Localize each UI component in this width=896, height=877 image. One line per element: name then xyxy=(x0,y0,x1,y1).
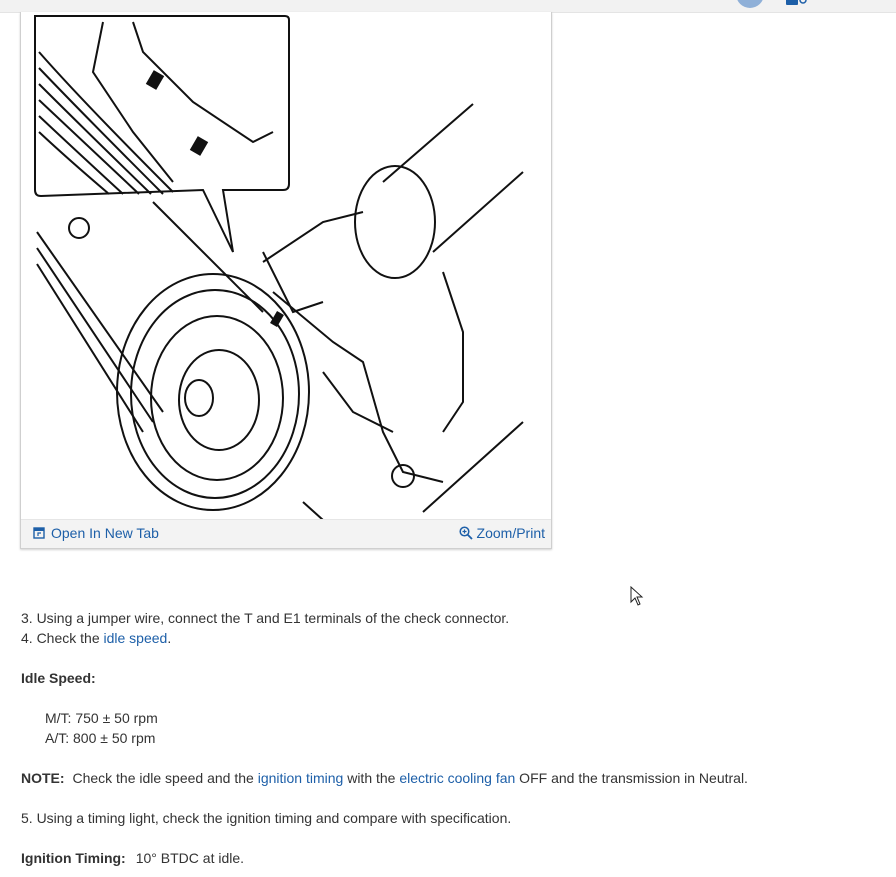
step-3: 3. Using a jumper wire, connect the T an… xyxy=(21,610,510,626)
idle-speed-at: A/T: 800 ± 50 rpm xyxy=(45,730,156,746)
procedure-content: 3. Using a jumper wire, connect the T an… xyxy=(21,608,881,868)
idle-speed-heading: Idle Speed: xyxy=(21,670,96,686)
idle-speed-mt: M/T: 750 ± 50 rpm xyxy=(45,710,158,726)
electric-cooling-fan-link[interactable]: electric cooling fan xyxy=(399,770,515,786)
note: NOTE: Check the idle speed and the ignit… xyxy=(21,768,881,788)
idle-speed-link[interactable]: idle speed xyxy=(104,630,168,646)
idle-speed-specs: M/T: 750 ± 50 rpm A/T: 800 ± 50 rpm xyxy=(45,708,881,748)
avatar-icon[interactable] xyxy=(736,0,764,8)
note-text-1: Check the idle speed and the xyxy=(68,770,258,786)
step-5: 5. Using a timing light, check the ignit… xyxy=(21,810,512,826)
zoom-icon xyxy=(458,526,473,540)
step-4-suffix: . xyxy=(167,630,172,646)
engine-diagram-image xyxy=(34,15,524,520)
ignition-timing-value: 10° BTDC at idle. xyxy=(135,850,245,866)
open-new-tab-icon xyxy=(33,527,45,539)
ignition-timing-label: Ignition Timing: xyxy=(21,850,126,866)
zoom-print-label: Zoom/Print xyxy=(476,525,545,541)
figure-footer: Open In New Tab Zoom/Print xyxy=(21,519,551,548)
figure-panel: Open In New Tab Zoom/Print xyxy=(20,12,552,549)
step-4-prefix: 4. Check the xyxy=(21,630,104,646)
note-text-2: with the xyxy=(343,770,400,786)
ignition-timing-spec: Ignition Timing: 10° BTDC at idle. xyxy=(21,848,881,868)
zoom-print-link[interactable]: Zoom/Print xyxy=(458,525,545,541)
open-in-new-tab-label: Open In New Tab xyxy=(51,525,159,541)
mouse-cursor-icon xyxy=(630,586,644,606)
ignition-timing-link[interactable]: ignition timing xyxy=(258,770,344,786)
chat-icon[interactable] xyxy=(786,0,808,6)
note-label: NOTE: xyxy=(21,770,65,786)
step-4: 4. Check the idle speed. xyxy=(21,628,881,648)
open-in-new-tab-link[interactable]: Open In New Tab xyxy=(33,525,159,541)
note-text-3: OFF and the transmission in Neutral. xyxy=(515,770,748,786)
